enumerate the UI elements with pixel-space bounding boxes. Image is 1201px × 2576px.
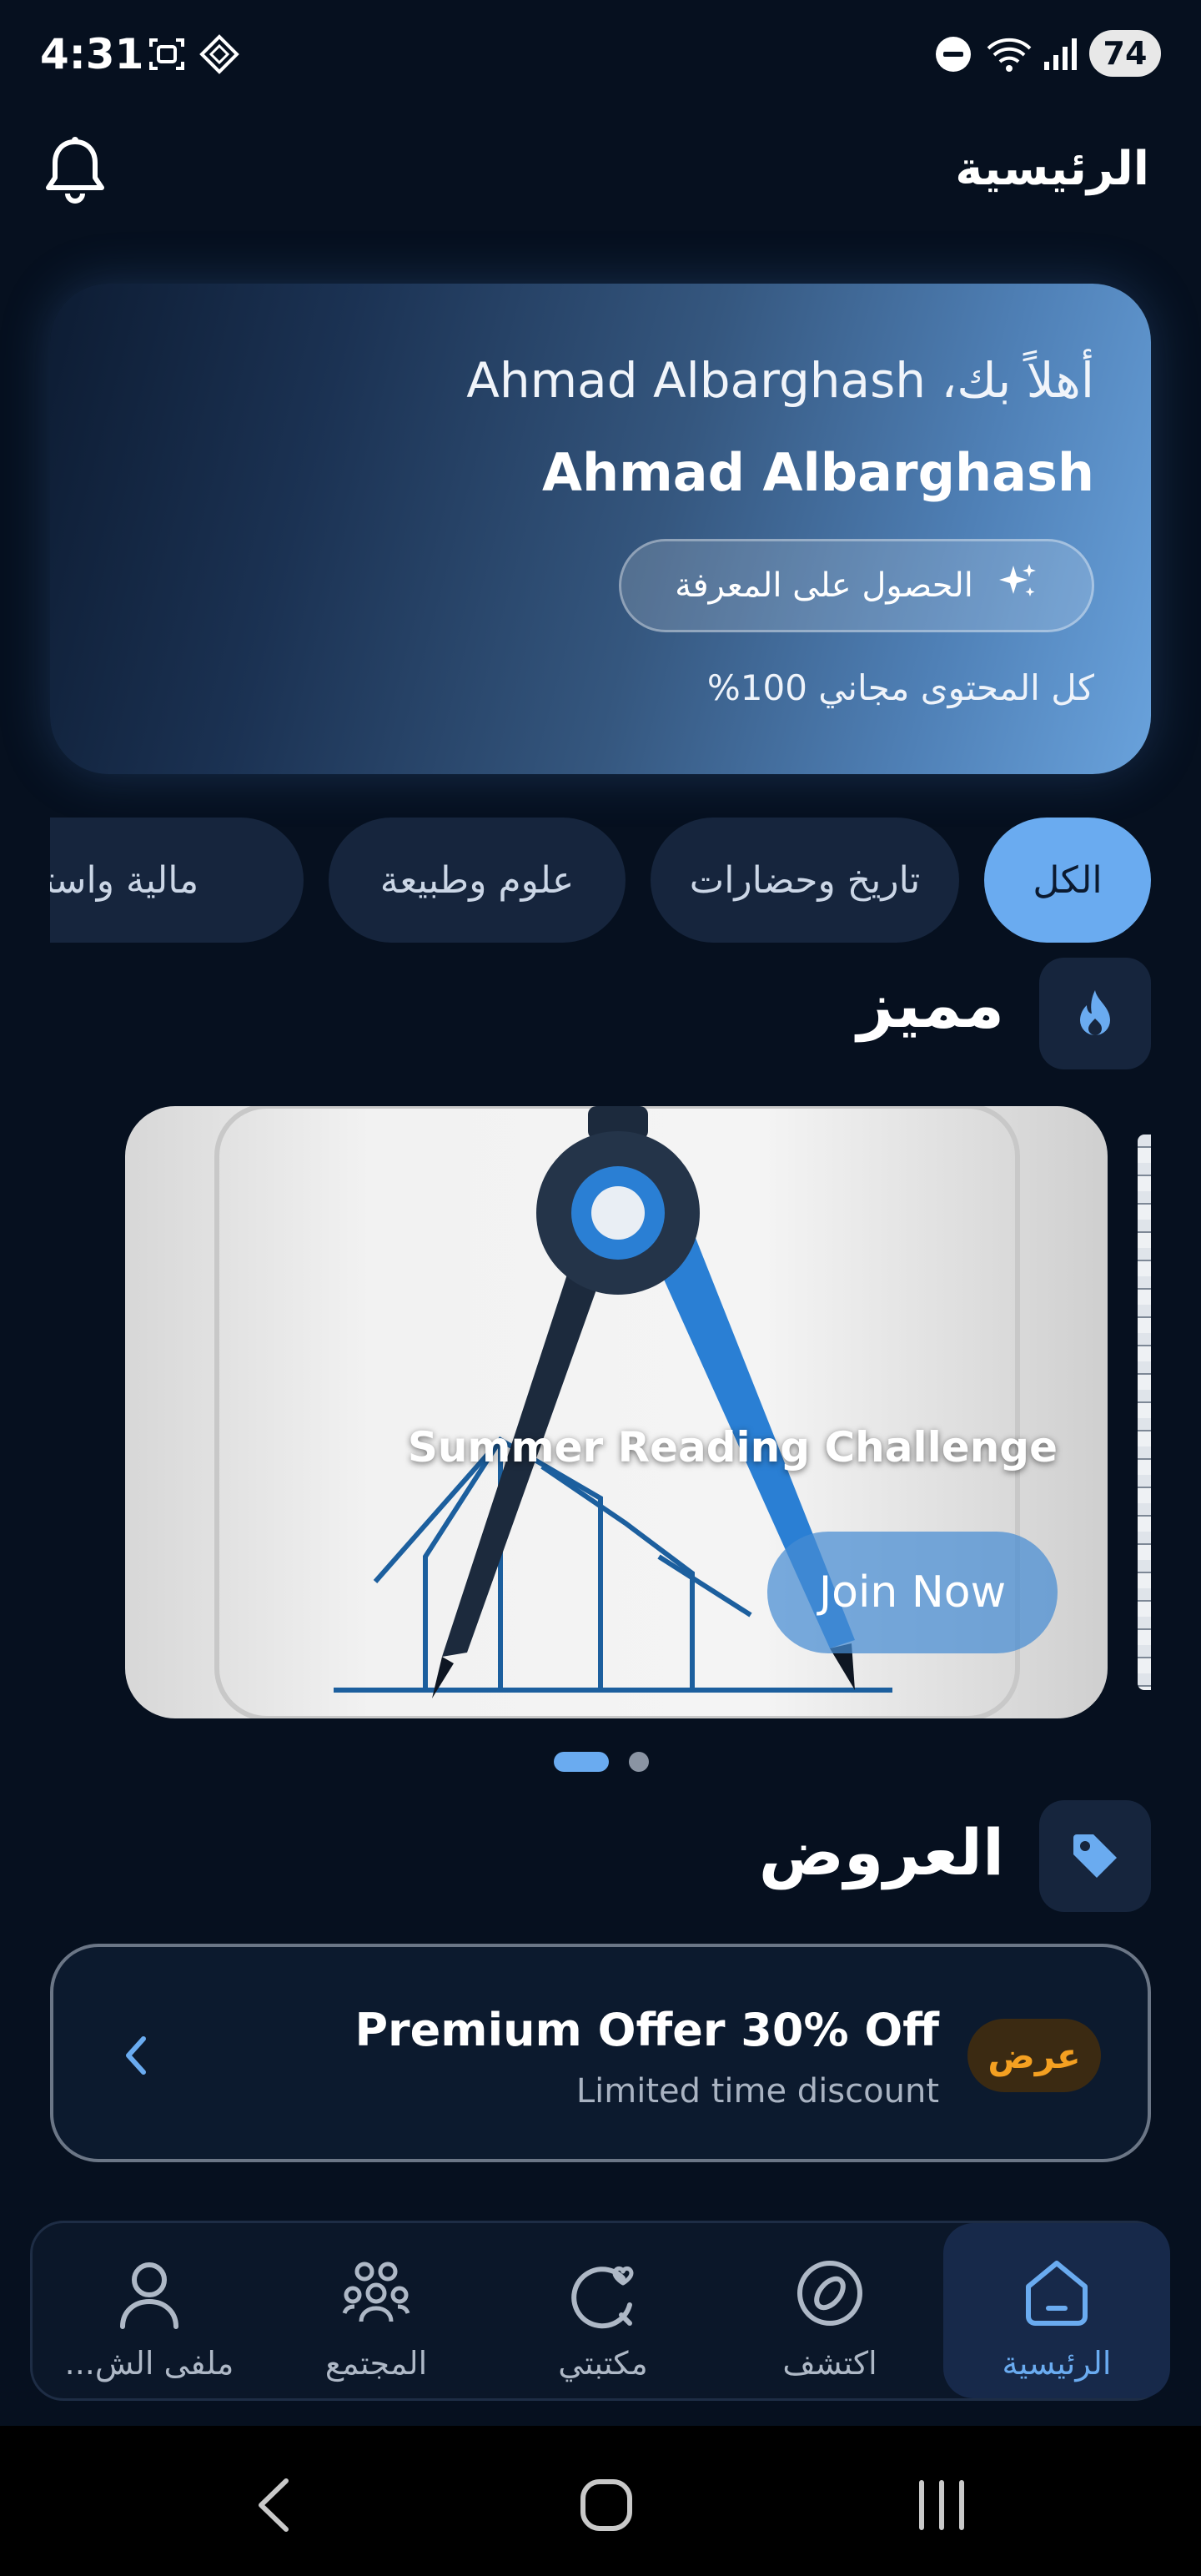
back-icon[interactable] bbox=[237, 2468, 312, 2543]
featured-banner[interactable]: Summer Reading Challenge Join Now bbox=[125, 1106, 1108, 1718]
get-knowledge-label: الحصول على المعرفة bbox=[675, 566, 973, 605]
category-chips: الكل تاريخ وحضارات علوم وطبيعة مالية واس… bbox=[50, 818, 1151, 943]
nav-item-home[interactable]: الرئيسية bbox=[943, 2223, 1170, 2398]
flame-icon bbox=[1039, 958, 1151, 1069]
home-icon bbox=[1026, 2261, 1088, 2326]
community-icon bbox=[342, 2262, 410, 2322]
nav-label-discover: اكتشف bbox=[782, 2345, 877, 2382]
category-chip-history[interactable]: تاريخ وحضارات bbox=[651, 818, 959, 943]
carousel-indicator bbox=[554, 1752, 654, 1772]
nav-label-home: الرئيسية bbox=[1002, 2345, 1112, 2382]
free-content-note: كل المحتوى مجاني 100% bbox=[706, 667, 1094, 708]
chevron-left-icon[interactable] bbox=[118, 2030, 152, 2080]
category-chip-finance[interactable]: مالية واستثمار bbox=[50, 818, 304, 943]
nav-label-profile: ملفى الش... bbox=[64, 2345, 234, 2382]
nav-label-community: المجتمع bbox=[324, 2345, 428, 2382]
signal-icon bbox=[1041, 33, 1079, 75]
battery-indicator: 74 bbox=[1089, 30, 1161, 77]
offers-title: العروض bbox=[758, 1815, 1004, 1889]
greeting-text: أهلاً بك، Ahmad Albarghash bbox=[466, 352, 1094, 409]
status-time: 4:31 bbox=[40, 30, 144, 78]
get-knowledge-button[interactable]: الحصول على المعرفة bbox=[619, 539, 1094, 632]
system-navigation-bar bbox=[0, 2426, 1201, 2576]
offer-badge: عرض bbox=[967, 2019, 1101, 2092]
offer-title: Premium Offer 30% Off bbox=[354, 2004, 939, 2056]
diamond-grid-icon bbox=[197, 33, 242, 75]
sparkle-icon bbox=[997, 561, 1038, 611]
category-chip-science[interactable]: علوم وطبيعة bbox=[329, 818, 626, 943]
user-name: Ahmad Albarghash bbox=[542, 442, 1094, 503]
nav-item-discover[interactable]: اكتشف bbox=[716, 2223, 943, 2398]
next-banner-preview[interactable] bbox=[1138, 1135, 1151, 1690]
join-now-button[interactable]: Join Now bbox=[767, 1532, 1058, 1653]
nav-item-community[interactable]: المجتمع bbox=[263, 2223, 490, 2398]
screen-record-icon bbox=[145, 33, 188, 75]
recent-apps-icon[interactable] bbox=[904, 2468, 979, 2543]
nav-item-profile[interactable]: ملفى الش... bbox=[36, 2223, 263, 2398]
library-icon bbox=[571, 2266, 634, 2329]
status-bar: 4:31 74 bbox=[0, 0, 1201, 108]
carousel-dot[interactable] bbox=[629, 1752, 649, 1772]
nav-label-library: مكتبتي bbox=[558, 2345, 648, 2382]
category-chip-all[interactable]: الكل bbox=[984, 818, 1151, 943]
bell-icon[interactable] bbox=[40, 133, 110, 209]
do-not-disturb-icon bbox=[932, 33, 974, 75]
offer-card[interactable]: عرض Premium Offer 30% Off Limited time d… bbox=[50, 1944, 1151, 2162]
featured-title: مميز bbox=[857, 968, 1004, 1042]
compass-icon bbox=[797, 2261, 862, 2326]
banner-title: Summer Reading Challenge bbox=[407, 1423, 1058, 1472]
welcome-card: أهلاً بك، Ahmad Albarghash Ahmad Albargh… bbox=[50, 284, 1151, 774]
carousel-dot-active[interactable] bbox=[554, 1752, 609, 1772]
nav-item-library[interactable]: مكتبتي bbox=[490, 2223, 716, 2398]
home-button-icon[interactable] bbox=[569, 2468, 644, 2543]
tag-icon bbox=[1039, 1800, 1151, 1912]
profile-icon bbox=[120, 2262, 178, 2329]
page-title: الرئيسية bbox=[955, 142, 1149, 196]
offer-subtitle: Limited time discount bbox=[575, 2072, 939, 2111]
wifi-icon bbox=[984, 33, 1034, 75]
bottom-navigation: الرئيسية اكتشف مكتبتي المجتمع ملفى الش..… bbox=[30, 2221, 1170, 2401]
